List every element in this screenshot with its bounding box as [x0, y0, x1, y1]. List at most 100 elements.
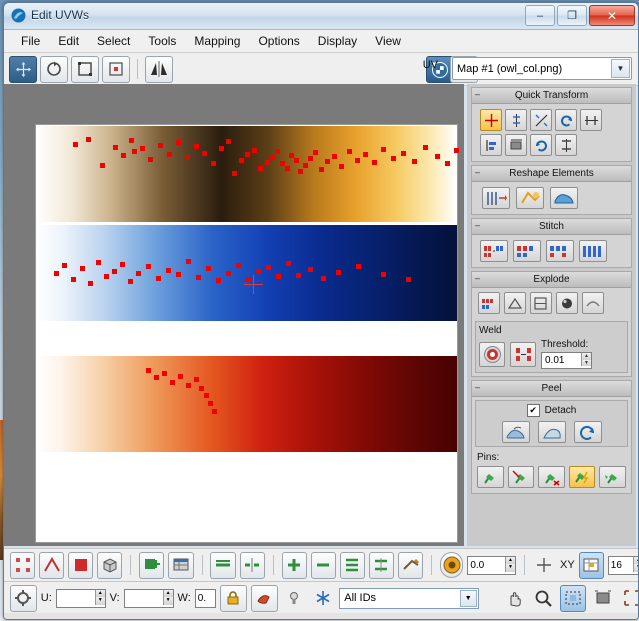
uv-vertex[interactable]: [226, 139, 231, 144]
vertex-sub-object-button[interactable]: [10, 552, 35, 579]
flip-horizontal-button[interactable]: [282, 552, 307, 579]
uv-canvas[interactable]: [35, 124, 458, 543]
uv-vertex[interactable]: [73, 142, 78, 147]
uv-vertex[interactable]: [332, 154, 337, 159]
unpin-button[interactable]: [508, 466, 535, 488]
uv-vertex[interactable]: [162, 371, 167, 376]
zoom-region-button[interactable]: [560, 585, 587, 612]
uv-vertex[interactable]: [363, 152, 368, 157]
uv-vertex[interactable]: [96, 260, 101, 265]
uv-vertex[interactable]: [80, 266, 85, 271]
quick-peel-button[interactable]: [502, 421, 530, 443]
v-field[interactable]: ▲ ▼: [124, 589, 174, 608]
uv-vertex[interactable]: [423, 145, 428, 150]
rollout-header-quick-transform[interactable]: – Quick Transform: [472, 88, 631, 104]
align-horizontal-button[interactable]: [311, 552, 336, 579]
uv-vertex[interactable]: [270, 155, 275, 160]
rotate-ccw-button[interactable]: [555, 109, 577, 131]
freeform-mode-tool[interactable]: [102, 56, 130, 83]
uv-vertex[interactable]: [166, 268, 171, 273]
pin-button[interactable]: [477, 466, 504, 488]
maximize-button[interactable]: ❐: [557, 5, 587, 26]
uv-vertex[interactable]: [186, 383, 191, 388]
stitch-align-button[interactable]: [546, 240, 574, 262]
menu-edit[interactable]: Edit: [49, 31, 88, 51]
menu-display[interactable]: Display: [309, 31, 366, 51]
break-smooth-button[interactable]: [582, 292, 604, 314]
uv-vertex[interactable]: [401, 151, 406, 156]
uv-vertex[interactable]: [120, 262, 125, 267]
minimize-button[interactable]: –: [525, 5, 555, 26]
uv-vertex[interactable]: [372, 160, 377, 165]
align-box-button[interactable]: [505, 134, 527, 156]
uv-vertex[interactable]: [325, 159, 330, 164]
rollout-header-peel[interactable]: – Peel: [472, 381, 631, 397]
uv-vertex[interactable]: [347, 149, 352, 154]
uv-vertex[interactable]: [381, 147, 386, 152]
menu-tools[interactable]: Tools: [139, 31, 185, 51]
uv-vertex[interactable]: [202, 151, 207, 156]
uv-vertex[interactable]: [128, 279, 133, 284]
align-to-edge-button[interactable]: [369, 552, 394, 579]
collapse-icon[interactable]: –: [475, 167, 480, 177]
uv-vertex[interactable]: [206, 266, 211, 271]
rollout-header-reshape-elements[interactable]: – Reshape Elements: [472, 166, 631, 182]
uv-vertex[interactable]: [226, 271, 231, 276]
menu-file[interactable]: File: [12, 31, 49, 51]
collapse-icon[interactable]: –: [475, 220, 480, 230]
absolute-mode-button[interactable]: [440, 552, 463, 578]
uv-vertex[interactable]: [308, 267, 313, 272]
uv-vertex[interactable]: [381, 272, 386, 277]
lock-uv-button[interactable]: [220, 585, 247, 612]
uv-vertex[interactable]: [88, 281, 93, 286]
rollout-header-stitch[interactable]: – Stitch: [472, 219, 631, 235]
zoom-extents-button[interactable]: [590, 586, 615, 611]
pin-all-button[interactable]: [599, 466, 626, 488]
weld-selected-button[interactable]: [510, 342, 536, 367]
uv-vertex[interactable]: [256, 269, 261, 274]
uv-vertex[interactable]: [158, 143, 163, 148]
uv-vertex[interactable]: [266, 265, 271, 270]
uv-vertex[interactable]: [252, 148, 257, 153]
element-sub-object-button[interactable]: [97, 552, 122, 579]
uv-vertex[interactable]: [355, 158, 360, 163]
uv-vertex[interactable]: [204, 393, 209, 398]
uv-vertex[interactable]: [86, 137, 91, 142]
align-diag-button[interactable]: [530, 109, 552, 131]
map-selector-combo[interactable]: Map #1 (owl_col.png) ▼: [452, 57, 632, 80]
menu-mapping[interactable]: Mapping: [185, 31, 249, 51]
mirror-horizontal-button[interactable]: [240, 552, 265, 579]
rollout-header-explode[interactable]: – Explode: [472, 272, 631, 288]
chevron-down-icon[interactable]: ▼: [460, 590, 477, 607]
paint-button[interactable]: [251, 585, 278, 612]
reset-peel-button[interactable]: [574, 421, 602, 443]
uv-vertex[interactable]: [100, 163, 105, 168]
uv-vertex[interactable]: [296, 273, 301, 278]
absolute-value-field[interactable]: 0.0 ▲ ▼: [467, 556, 516, 575]
uv-vertex[interactable]: [265, 160, 270, 165]
target-weld-button[interactable]: [479, 342, 505, 367]
snowflake-icon[interactable]: [310, 586, 335, 611]
uv-vertex[interactable]: [275, 149, 280, 154]
uv-vertex[interactable]: [104, 274, 109, 279]
rotate-cw-button[interactable]: [530, 134, 552, 156]
uv-vertex[interactable]: [391, 156, 396, 161]
uv-vertex[interactable]: [113, 145, 118, 150]
grid-snap-button[interactable]: [168, 552, 193, 579]
grid-size-field[interactable]: 16 ▲ ▼: [608, 556, 639, 575]
threshold-spinner[interactable]: 0.01 ▲▼: [541, 352, 592, 369]
move-tool[interactable]: [9, 56, 37, 83]
uv-vertex[interactable]: [286, 261, 291, 266]
stitch-all-button[interactable]: [579, 240, 607, 262]
uv-vertex[interactable]: [435, 154, 440, 159]
uv-vertex[interactable]: [258, 166, 263, 171]
material-id-combo[interactable]: All IDs ▼: [339, 588, 479, 609]
align-left-button[interactable]: [480, 134, 502, 156]
uv-vertex[interactable]: [356, 264, 361, 269]
uv-vertex[interactable]: [196, 275, 201, 280]
uv-vertex[interactable]: [140, 146, 145, 151]
snap-toggle-button[interactable]: [579, 552, 604, 579]
uv-vertex[interactable]: [199, 386, 204, 391]
uv-vertex[interactable]: [319, 167, 324, 172]
uv-vertex[interactable]: [136, 271, 141, 276]
